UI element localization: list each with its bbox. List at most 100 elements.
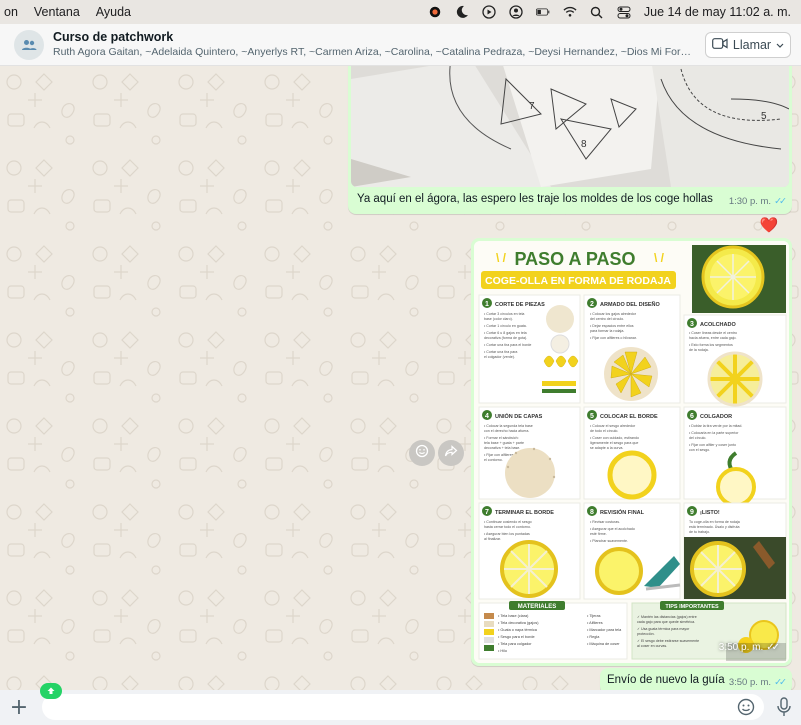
menu-item-app[interactable]: on — [0, 5, 26, 19]
svg-text:MATERIALES: MATERIALES — [518, 604, 557, 610]
svg-text:REVISIÓN FINAL: REVISIÓN FINAL — [600, 508, 645, 516]
svg-text:¡LISTO!: ¡LISTO! — [700, 510, 720, 516]
menu-item-ayuda[interactable]: Ayuda — [88, 5, 139, 19]
svg-text:UNIÓN DE CAPAS: UNIÓN DE CAPAS — [495, 412, 543, 420]
call-label: Llamar — [732, 38, 772, 52]
svg-text:protección.: protección. — [637, 632, 655, 636]
message-photo-infographic[interactable]: \ / PASO A PASO \ / COGE-OLLA EN FORMA D… — [474, 241, 789, 663]
svg-text:base (color claro).: base (color claro). — [484, 317, 513, 321]
menu-item-ventana[interactable]: Ventana — [26, 5, 88, 19]
mic-icon[interactable] — [775, 696, 793, 718]
svg-text:✓ Usa guata térmica para mayor: ✓ Usa guata térmica para mayor — [637, 627, 690, 631]
svg-text:• Colocar los gajos alrededor: • Colocar los gajos alrededor — [590, 312, 637, 316]
message-bubble-outgoing[interactable]: 7 8 5 Ya aquí en el ágora, las espero le… — [348, 66, 792, 214]
battery-icon[interactable] — [535, 5, 550, 19]
emoji-icon — [415, 444, 429, 463]
user-circle-icon[interactable] — [509, 5, 523, 19]
svg-text:ARMADO DEL DISEÑO: ARMADO DEL DISEÑO — [600, 301, 661, 308]
svg-text:al coser en curvas.: al coser en curvas. — [637, 644, 667, 648]
svg-text:✓ Mantén las distancias (gajos: ✓ Mantén las distancias (gajos) entre — [637, 615, 697, 619]
group-name: Curso de patchwork — [53, 30, 174, 44]
app-status-icon[interactable] — [428, 5, 442, 19]
play-circle-icon[interactable] — [482, 5, 496, 19]
svg-text:6: 6 — [690, 413, 694, 420]
read-ticks-icon: ✓✓ — [766, 642, 780, 653]
svg-text:• Máquina de coser: • Máquina de coser — [587, 642, 620, 646]
group-members: Ruth Agora Gaitan, ~Adelaida Quintero, ~… — [53, 46, 693, 58]
chat-header[interactable]: Curso de patchwork Ruth Agora Gaitan, ~A… — [0, 24, 801, 66]
wifi-icon[interactable] — [563, 5, 577, 19]
react-emoji-button[interactable] — [409, 440, 435, 466]
message-time: 3:50 p. m. — [728, 677, 772, 688]
svg-text:• Alfileres: • Alfileres — [587, 621, 603, 625]
message-meta: 1:30 p. m. ✓✓ — [729, 196, 787, 207]
message-time: 3:50 p. m. — [718, 642, 764, 653]
scroll-down-icon[interactable] — [40, 683, 62, 699]
menubar-status: Jue 14 de may 11:02 a. m. — [428, 0, 791, 24]
svg-text:COLOCAR EL BORDE: COLOCAR EL BORDE — [600, 414, 658, 420]
svg-text:• Fijar con alfiler y coser ju: • Fijar con alfiler y coser junto — [689, 443, 736, 447]
menubar-datetime[interactable]: Jue 14 de may 11:02 a. m. — [644, 5, 791, 19]
moon-icon[interactable] — [455, 5, 469, 19]
svg-text:• Asegurar bien los puntadas: • Asegurar bien los puntadas — [484, 532, 530, 536]
svg-text:• Planchar suavemente.: • Planchar suavemente. — [590, 539, 628, 543]
svg-text:\ /: \ / — [496, 251, 507, 265]
svg-text:TIPS IMPORTANTES: TIPS IMPORTANTES — [665, 604, 719, 610]
svg-text:8: 8 — [581, 139, 587, 150]
svg-text:• Continuar cosiendo el sesgo: • Continuar cosiendo el sesgo — [484, 520, 532, 524]
svg-text:Tu coge-olla en forma de rodaj: Tu coge-olla en forma de rodaja — [689, 520, 740, 524]
svg-text:• Guata o napa térmica: • Guata o napa térmica — [498, 628, 538, 632]
svg-text:de la rodaja.: de la rodaja. — [689, 348, 709, 352]
svg-text:7: 7 — [485, 509, 489, 516]
svg-text:• Tela para colgador: • Tela para colgador — [498, 642, 532, 646]
message-meta: 3:50 p. m. ✓✓ — [718, 642, 780, 653]
message-bubble-outgoing[interactable]: \ / PASO A PASO \ / COGE-OLLA EN FORMA D… — [471, 238, 792, 666]
svg-text:está terminado. Úsalo y disfru: está terminado. Úsalo y disfruta — [689, 524, 740, 529]
svg-text:7: 7 — [529, 101, 535, 112]
message-photo-patterns[interactable]: 7 8 5 — [351, 66, 789, 187]
svg-text:con el derecho hacia afuera.: con el derecho hacia afuera. — [484, 429, 529, 433]
heart-reaction-icon[interactable]: ❤️ — [760, 216, 779, 234]
svg-text:el colgador (verde).: el colgador (verde). — [484, 355, 515, 359]
svg-text:• Formar el sándwich:: • Formar el sándwich: — [484, 436, 519, 440]
svg-text:• Colocar la segunda tela base: • Colocar la segunda tela base — [484, 424, 533, 428]
group-avatar-icon[interactable] — [14, 30, 44, 60]
plus-icon[interactable]: + — [8, 695, 30, 720]
sticker-icon[interactable] — [736, 697, 756, 717]
search-icon[interactable] — [590, 5, 604, 19]
svg-text:• Colocar el sesgo alrededor: • Colocar el sesgo alrededor — [590, 424, 636, 428]
svg-text:• Cortar una tira para: • Cortar una tira para — [484, 350, 517, 354]
svg-text:5: 5 — [761, 111, 767, 122]
control-center-icon[interactable] — [617, 5, 631, 19]
svg-text:4: 4 — [485, 413, 489, 420]
message-input[interactable] — [42, 694, 764, 720]
forward-icon — [444, 444, 458, 463]
svg-text:• Fijar con alfileres o hilvan: • Fijar con alfileres o hilvanar. — [590, 336, 637, 340]
forward-button[interactable] — [438, 440, 464, 466]
chat-area[interactable]: 7 8 5 Ya aquí en el ágora, las espero le… — [0, 66, 801, 690]
svg-text:• Coser líneas desde el centro: • Coser líneas desde el centro — [689, 331, 737, 335]
svg-text:esté firme.: esté firme. — [590, 532, 607, 536]
svg-text:• Cortar 1 círculo en guata.: • Cortar 1 círculo en guata. — [484, 324, 527, 328]
svg-text:• Esto forma los segmentos: • Esto forma los segmentos — [689, 343, 733, 347]
svg-text:✓ El sesgo debe estirarse suav: ✓ El sesgo debe estirarse suavemente — [637, 639, 699, 643]
video-call-icon — [711, 38, 728, 52]
svg-text:5: 5 — [590, 413, 594, 420]
svg-text:se adapte a la curva.: se adapte a la curva. — [590, 446, 623, 450]
svg-text:el contorno.: el contorno. — [484, 458, 503, 462]
message-bubble-outgoing[interactable]: Envío de nuevo la guía 3:50 p. m. ✓✓ — [600, 668, 792, 690]
svg-text:• Cortar 6 u 8 gajos en tela: • Cortar 6 u 8 gajos en tela — [484, 331, 527, 335]
svg-text:del centro del círculo.: del centro del círculo. — [590, 317, 624, 321]
svg-text:con el sesgo.: con el sesgo. — [689, 448, 710, 452]
svg-text:3: 3 — [690, 321, 694, 328]
message-meta: 3:50 p. m. ✓✓ — [728, 677, 787, 688]
svg-text:• Coser con cuidado, estirando: • Coser con cuidado, estirando — [590, 436, 639, 440]
read-ticks-icon: ✓✓ — [774, 677, 787, 688]
call-button[interactable]: Llamar — [705, 32, 791, 58]
svg-text:• Tijeras: • Tijeras — [587, 614, 601, 618]
svg-text:• Sesgo para el borde: • Sesgo para el borde — [498, 635, 535, 639]
svg-text:cada gajo para que quede simét: cada gajo para que quede simétrica. — [637, 620, 695, 624]
message-text: Envío de nuevo la guía — [607, 674, 725, 686]
chat-title-block[interactable]: Curso de patchwork Ruth Agora Gaitan, ~A… — [53, 30, 693, 58]
svg-text:de todo el círculo.: de todo el círculo. — [590, 429, 618, 433]
